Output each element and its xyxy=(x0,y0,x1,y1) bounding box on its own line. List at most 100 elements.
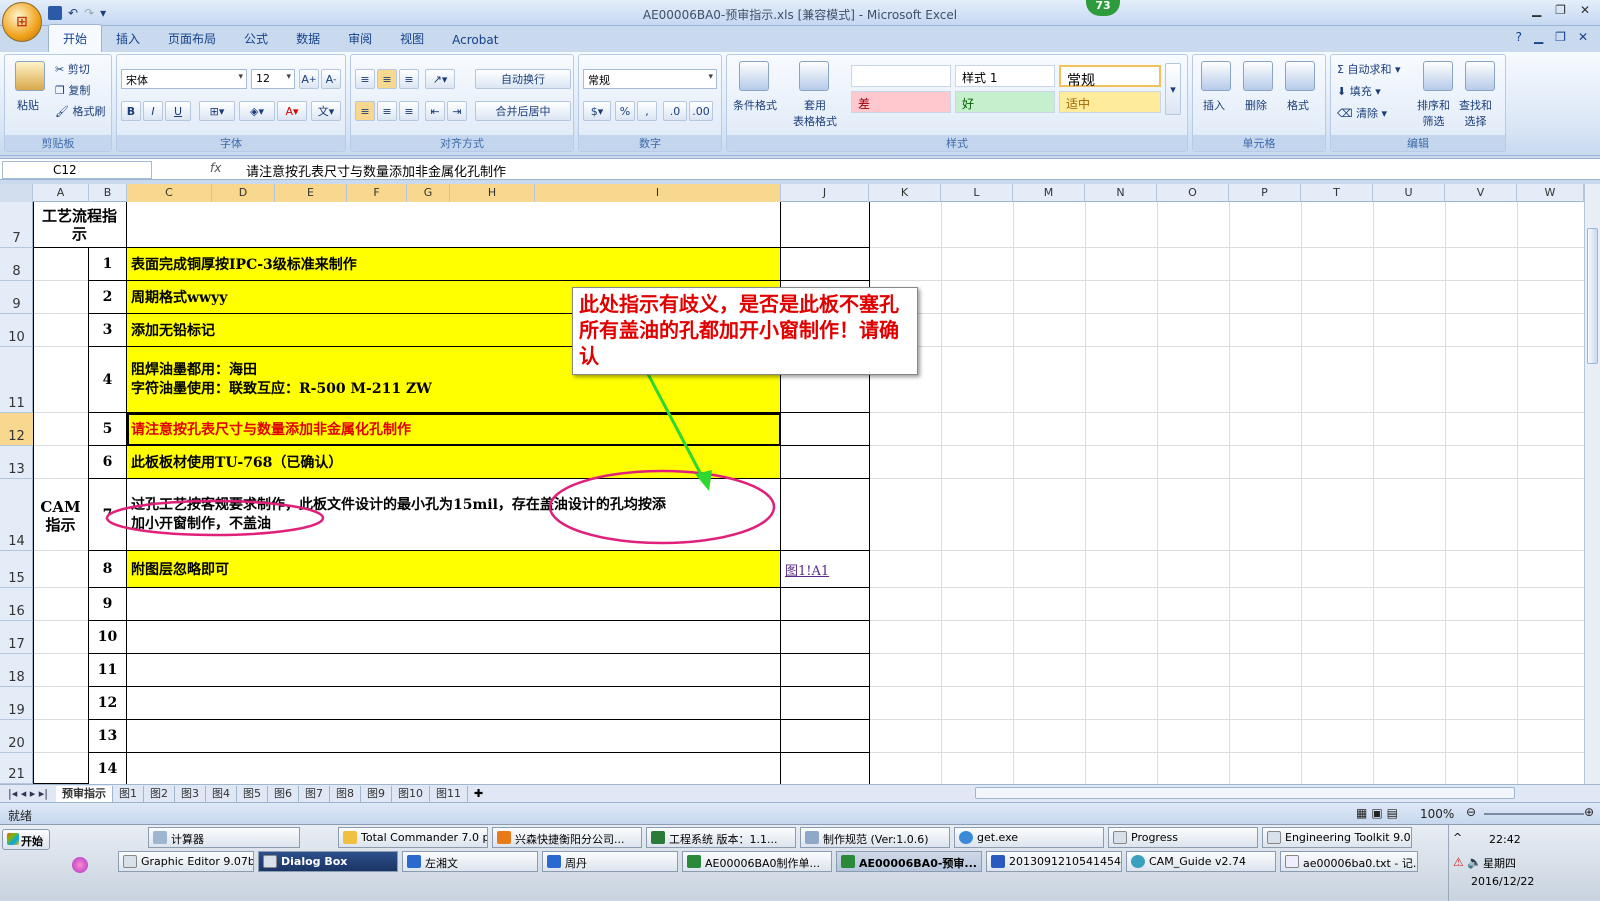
item-number[interactable]: 13 xyxy=(89,720,127,753)
zoom-slider[interactable] xyxy=(1484,813,1584,815)
volume-icon[interactable]: 🔈 xyxy=(1467,855,1482,869)
sort-filter-button[interactable]: 排序和 筛选 xyxy=(1417,97,1450,129)
clear-button[interactable]: ⌫ 清除 ▾ xyxy=(1337,105,1387,121)
item-number[interactable]: 12 xyxy=(89,687,127,720)
currency-button[interactable]: $▾ xyxy=(583,101,611,121)
zoom-in-icon[interactable]: ⊕ xyxy=(1584,805,1594,819)
insert-cells-icon[interactable] xyxy=(1201,61,1231,91)
row-header-8[interactable]: 8 xyxy=(0,248,33,281)
j-cell[interactable] xyxy=(781,753,870,784)
item-text[interactable] xyxy=(127,720,781,753)
font-size-combo[interactable]: 12 xyxy=(251,69,295,89)
taskbar-button[interactable]: Progress xyxy=(1108,827,1258,848)
percent-button[interactable]: % xyxy=(615,101,635,121)
item-number[interactable]: 1 xyxy=(89,248,127,281)
j-cell[interactable] xyxy=(781,654,870,687)
sheet-tab[interactable]: 图4 xyxy=(206,785,237,802)
column-header-g[interactable]: G xyxy=(407,184,450,202)
j-cell[interactable] xyxy=(781,446,870,479)
row-header-16[interactable]: 16 xyxy=(0,588,33,621)
find-select-button[interactable]: 查找和 选择 xyxy=(1459,97,1492,129)
doc-minimize-icon[interactable]: ▁ xyxy=(1534,30,1543,44)
office-button[interactable]: ⊞ xyxy=(2,2,42,42)
item-number[interactable]: 14 xyxy=(89,753,127,784)
align-center-button[interactable]: ≡ xyxy=(377,101,397,121)
zoom-out-icon[interactable]: ⊖ xyxy=(1466,805,1476,819)
sheet-tab[interactable]: 图10 xyxy=(392,785,430,802)
j-cell[interactable] xyxy=(781,588,870,621)
row-header-14[interactable]: 14 xyxy=(0,479,33,551)
taskbar-button[interactable]: Graphic Editor 9.07b... xyxy=(118,851,254,872)
wrap-text-button[interactable]: 自动换行 xyxy=(475,69,571,89)
doc-restore-icon[interactable]: ❐ xyxy=(1555,30,1566,44)
clock-time[interactable]: 22:42 xyxy=(1489,833,1521,846)
sheet-tab[interactable]: 图3 xyxy=(175,785,206,802)
view-buttons[interactable]: ▦▣▤ xyxy=(1356,806,1402,820)
comment-note[interactable]: 此处指示有歧义，是否是此板不塞孔 所有盖油的孔都加开小窗制作！请确认 xyxy=(572,287,918,375)
item-text[interactable] xyxy=(127,654,781,687)
sheet-nav-arrows[interactable]: |◂ ◂ ▸ ▸| xyxy=(0,787,56,800)
column-header-p[interactable]: P xyxy=(1229,184,1301,202)
item-number[interactable]: 7 xyxy=(89,479,127,551)
taskbar-button[interactable]: Engineering Toolkit 9.0... xyxy=(1262,827,1412,848)
sheet-tab[interactable]: 图7 xyxy=(299,785,330,802)
restore-icon[interactable]: ❐ xyxy=(1555,3,1566,17)
zoom-level[interactable]: 100% xyxy=(1420,807,1454,821)
tab-insert[interactable]: 插入 xyxy=(102,25,154,52)
format-painter-button[interactable]: 🖌 格式刷 xyxy=(55,103,105,119)
column-header-e[interactable]: E xyxy=(275,184,347,202)
style-neutral[interactable]: 适中 xyxy=(1059,91,1161,113)
find-select-icon[interactable] xyxy=(1465,61,1495,91)
doc-close-icon[interactable]: ✕ xyxy=(1578,30,1588,44)
row-header-10[interactable]: 10 xyxy=(0,314,33,347)
format-cells-button[interactable]: 格式 xyxy=(1287,97,1309,113)
item-text[interactable] xyxy=(127,687,781,720)
vertical-scrollbar[interactable] xyxy=(1584,184,1600,784)
column-header-a[interactable]: A xyxy=(33,184,89,202)
row-header-11[interactable]: 11 xyxy=(0,347,33,413)
column-header-c[interactable]: C xyxy=(127,184,212,202)
align-top-button[interactable]: ≡ xyxy=(355,69,375,89)
cam-label[interactable]: CAM 指示 xyxy=(33,248,89,784)
column-header-n[interactable]: N xyxy=(1085,184,1157,202)
column-header-u[interactable]: U xyxy=(1373,184,1445,202)
align-right-button[interactable]: ≡ xyxy=(399,101,419,121)
style-1[interactable]: 样式 1 xyxy=(955,65,1055,87)
insert-cells-button[interactable]: 插入 xyxy=(1203,97,1225,113)
column-header-d[interactable]: D xyxy=(212,184,275,202)
borders-button[interactable]: ⊞▾ xyxy=(199,101,235,121)
sheet-link[interactable]: 图1!A1 xyxy=(781,551,870,588)
tab-formulas[interactable]: 公式 xyxy=(230,25,282,52)
bold-button[interactable]: B xyxy=(121,101,141,121)
taskbar-button[interactable]: ae00006ba0.txt - 记... xyxy=(1280,851,1418,872)
shrink-font-button[interactable]: A- xyxy=(321,69,341,89)
scroll-thumb[interactable] xyxy=(1587,228,1598,364)
item-text[interactable]: 附图层忽略即可 xyxy=(127,551,781,588)
column-header-l[interactable]: L xyxy=(941,184,1013,202)
taskbar-button[interactable]: 兴森快捷衡阳分公司... xyxy=(492,827,642,848)
item-text-selected[interactable]: 请注意按孔表尺寸与数量添加非金属化孔制作 xyxy=(127,413,781,446)
decrease-decimal-button[interactable]: .00 xyxy=(689,101,713,121)
name-box[interactable]: C12 xyxy=(2,161,152,179)
fill-button[interactable]: ⬇ 填充 ▾ xyxy=(1337,83,1381,99)
start-button[interactable]: 开始 xyxy=(2,829,50,850)
row-header-20[interactable]: 20 xyxy=(0,720,33,753)
column-header-v[interactable]: V xyxy=(1445,184,1517,202)
column-header-i[interactable]: I xyxy=(535,184,781,202)
sheet-tab[interactable]: 图11 xyxy=(430,785,468,802)
merge-center-button[interactable]: 合并后居中 xyxy=(475,101,571,121)
style-blank[interactable] xyxy=(851,65,951,87)
item-text[interactable]: 过孔工艺按客规要求制作，此板文件设计的最小孔为15mil，存在盖油设计的孔均按添… xyxy=(127,479,781,551)
align-left-button[interactable]: ≡ xyxy=(355,101,375,121)
column-header-b[interactable]: B xyxy=(89,184,127,202)
underline-button[interactable]: U xyxy=(165,101,191,121)
taskbar-button[interactable]: CAM_Guide v2.74 xyxy=(1126,851,1276,872)
row-header-13[interactable]: 13 xyxy=(0,446,33,479)
sheet-tab[interactable]: 图1 xyxy=(113,785,144,802)
item-number[interactable]: 4 xyxy=(89,347,127,413)
column-header-k[interactable]: K xyxy=(869,184,941,202)
sheet-tab[interactable]: 图5 xyxy=(237,785,268,802)
conditional-format-button[interactable]: 条件格式 xyxy=(733,97,777,113)
tab-page-layout[interactable]: 页面布局 xyxy=(154,25,230,52)
tab-home[interactable]: 开始 xyxy=(48,24,103,52)
